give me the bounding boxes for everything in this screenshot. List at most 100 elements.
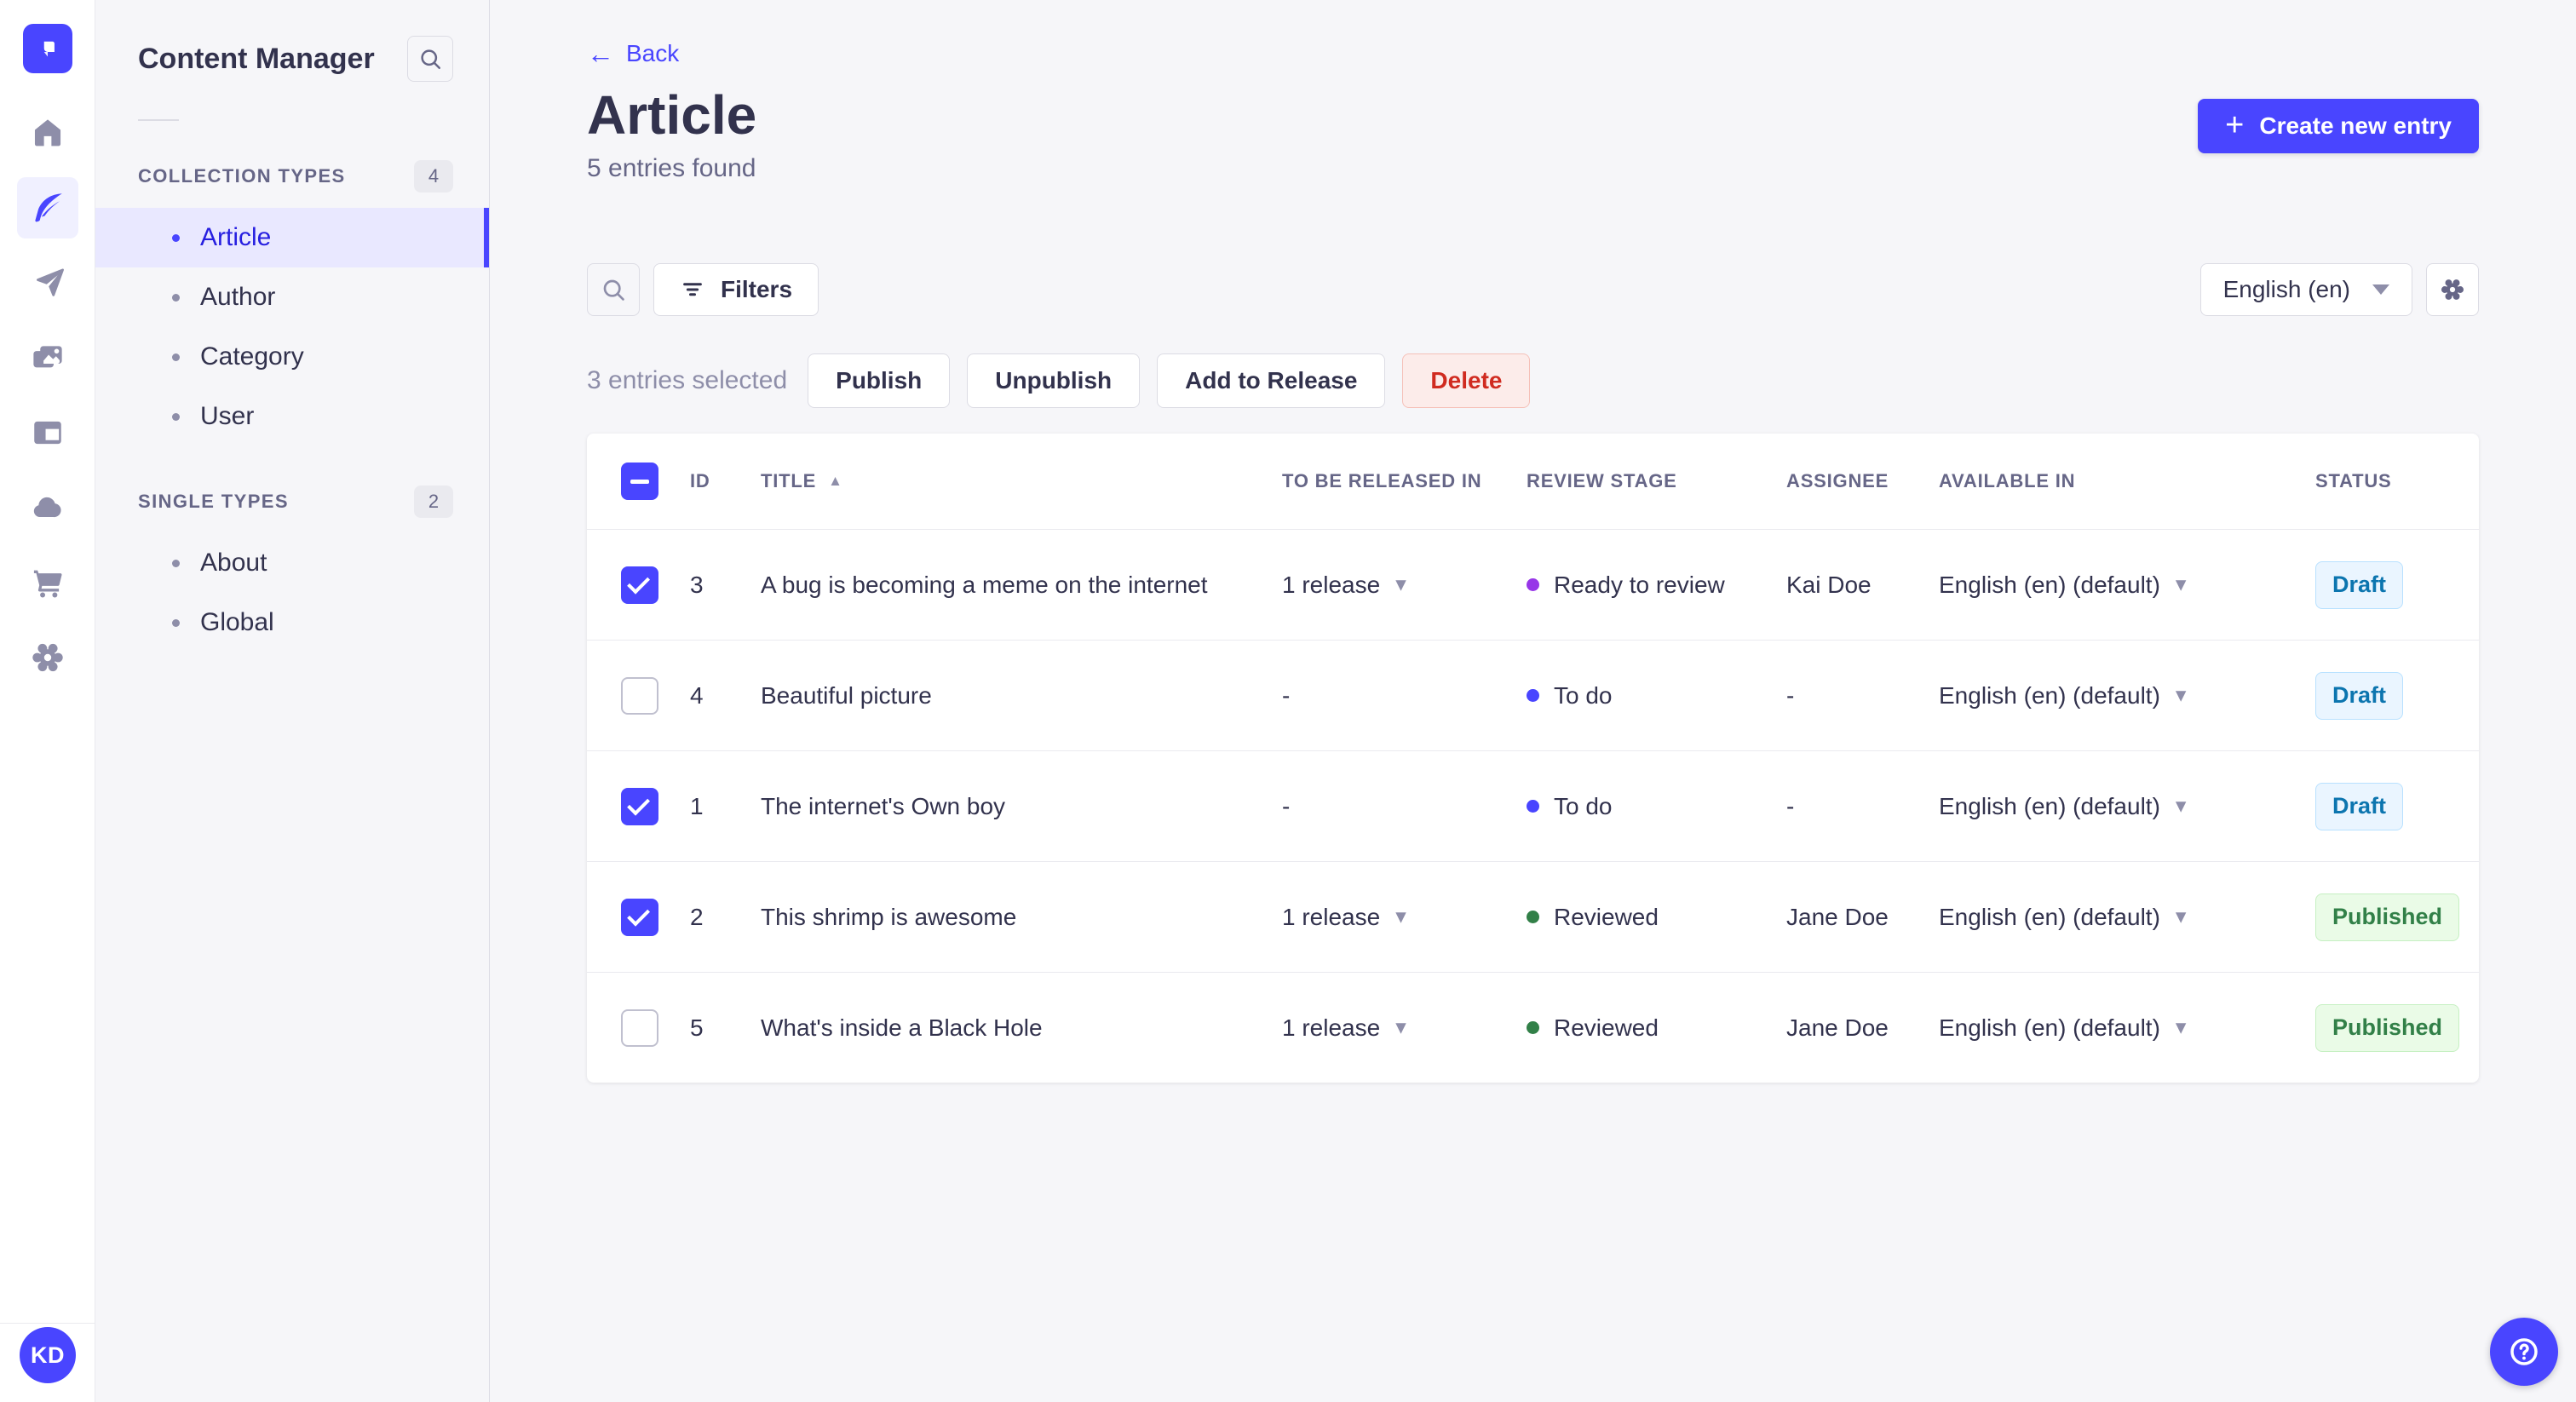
cell-available-in[interactable]: English (en) (default) ▾: [1929, 682, 2306, 710]
selection-count-text: 3 entries selected: [587, 366, 788, 394]
locale-select[interactable]: English (en): [2199, 263, 2412, 316]
add-to-release-button[interactable]: Add to Release: [1157, 353, 1386, 408]
cell-assignee: Jane Doe: [1786, 903, 1889, 930]
cell-assignee: -: [1786, 792, 1795, 819]
app-root: KD Content Manager COLLECTION TYPES 4 Ar…: [0, 0, 2576, 1402]
cell-review-stage: To do: [1517, 682, 1777, 710]
subnav-item-author[interactable]: Author: [95, 267, 489, 327]
chevron-down-icon: ▾: [2175, 683, 2187, 707]
nav-cloud[interactable]: [17, 477, 78, 538]
cart-icon: [33, 570, 62, 598]
bullet-icon: [172, 233, 180, 242]
stage-dot-icon: [1527, 911, 1539, 923]
section-count-badge: 2: [414, 486, 453, 518]
subnav-item-user[interactable]: User: [95, 387, 489, 446]
subnav-search-button[interactable]: [407, 36, 453, 82]
header-id[interactable]: ID: [681, 470, 751, 492]
status-badge: Published: [2315, 1003, 2460, 1052]
filters-button[interactable]: Filters: [653, 263, 819, 316]
publish-button[interactable]: Publish: [808, 353, 951, 408]
strapi-logo[interactable]: [22, 24, 72, 73]
nav-content-type-builder[interactable]: [17, 402, 78, 463]
chevron-down-icon: ▾: [2175, 794, 2187, 818]
cell-available-in[interactable]: English (en) (default) ▾: [1929, 793, 2306, 820]
stage-dot-icon: [1527, 689, 1539, 702]
view-settings-button[interactable]: [2426, 263, 2479, 316]
back-arrow-icon: ←: [587, 38, 614, 69]
cell-available-in[interactable]: English (en) (default) ▾: [1929, 572, 2306, 599]
select-all-checkbox[interactable]: [621, 463, 658, 500]
rail-divider: [0, 1323, 95, 1324]
cell-review-stage: To do: [1517, 793, 1777, 820]
header-status: STATUS: [2315, 470, 2392, 491]
bullet-icon: [172, 293, 180, 302]
nav-marketplace[interactable]: [17, 552, 78, 613]
row-checkbox[interactable]: [621, 566, 658, 604]
nav-releases[interactable]: [17, 252, 78, 313]
nav-settings[interactable]: [17, 627, 78, 688]
row-checkbox[interactable]: [621, 898, 658, 936]
plus-icon: +: [2225, 106, 2245, 143]
entries-count: 5 entries found: [587, 154, 756, 182]
subnav-item-article[interactable]: Article: [95, 208, 489, 267]
header-title[interactable]: TITLE ▲: [751, 470, 1273, 492]
cell-title: A bug is becoming a meme on the internet: [761, 571, 1208, 598]
cell-available-in[interactable]: English (en) (default) ▾: [1929, 904, 2306, 931]
chevron-down-icon: ▾: [2175, 1015, 2187, 1039]
create-new-entry-button[interactable]: + Create new entry: [2198, 99, 2479, 153]
chevron-down-icon: ▾: [1395, 1015, 1406, 1039]
row-checkbox[interactable]: [621, 676, 658, 715]
cell-title: What's inside a Black Hole: [761, 1014, 1043, 1041]
cell-title: Beautiful picture: [761, 681, 932, 709]
unpublish-button[interactable]: Unpublish: [967, 353, 1141, 408]
gear-icon: [2441, 279, 2464, 300]
help-button[interactable]: [2490, 1318, 2558, 1386]
row-checkbox[interactable]: [621, 787, 658, 825]
subnav-item-about[interactable]: About: [95, 533, 489, 593]
back-link[interactable]: ← Back: [587, 40, 679, 67]
nav-home[interactable]: [17, 102, 78, 164]
table-row[interactable]: 5 What's inside a Black Hole 1 release ▾…: [587, 972, 2479, 1083]
header-review-stage: REVIEW STAGE: [1527, 470, 1677, 491]
table-row[interactable]: 4 Beautiful picture - To do - English (e…: [587, 640, 2479, 750]
section-count-badge: 4: [414, 160, 453, 192]
header-assignee: ASSIGNEE: [1786, 470, 1889, 491]
bullet-icon: [172, 353, 180, 361]
nav-media-library[interactable]: [17, 327, 78, 388]
chevron-down-icon: ▾: [1395, 905, 1406, 928]
cell-release[interactable]: 1 release ▾: [1273, 1014, 1517, 1042]
strapi-logo-mark: [43, 41, 55, 57]
cell-id: 4: [690, 681, 704, 709]
home-icon: [34, 119, 60, 147]
subnav-panel: Content Manager COLLECTION TYPES 4 Artic…: [95, 0, 490, 1402]
filter-icon: [683, 283, 702, 296]
paper-plane-icon: [36, 268, 64, 296]
subnav-item-category[interactable]: Category: [95, 327, 489, 387]
cell-title: This shrimp is awesome: [761, 903, 1017, 930]
cell-release[interactable]: 1 release ▾: [1273, 904, 1517, 931]
row-checkbox[interactable]: [621, 1008, 658, 1047]
subnav-item-global[interactable]: Global: [95, 593, 489, 652]
bullet-icon: [172, 412, 180, 421]
nav-content-manager[interactable]: [16, 177, 78, 238]
search-icon: [421, 49, 441, 70]
table-row[interactable]: 2 This shrimp is awesome 1 release ▾ Rev…: [587, 861, 2479, 972]
cell-id: 3: [690, 571, 704, 598]
cell-title: The internet's Own boy: [761, 792, 1006, 819]
table-row[interactable]: 3 A bug is becoming a meme on the intern…: [587, 529, 2479, 640]
cell-id: 5: [690, 1014, 704, 1041]
table-row[interactable]: 1 The internet's Own boy - To do - Engli…: [587, 750, 2479, 861]
delete-button[interactable]: Delete: [1402, 353, 1531, 408]
stage-dot-icon: [1527, 1021, 1539, 1034]
cell-release: -: [1282, 681, 1291, 709]
section-collection-types: COLLECTION TYPES 4 Article Author Catego…: [95, 160, 489, 446]
sort-ascending-icon: ▲: [828, 473, 843, 489]
cell-release[interactable]: 1 release ▾: [1273, 572, 1517, 599]
header-to-be-released-in: TO BE RELEASED IN: [1282, 470, 1482, 491]
status-badge: Draft: [2315, 671, 2404, 720]
avatar[interactable]: KD: [20, 1327, 76, 1383]
cell-available-in[interactable]: English (en) (default) ▾: [1929, 1014, 2306, 1042]
selection-bar: 3 entries selected Publish Unpublish Add…: [587, 353, 2479, 408]
rail-icon-list: [16, 102, 78, 688]
search-button[interactable]: [587, 263, 640, 316]
